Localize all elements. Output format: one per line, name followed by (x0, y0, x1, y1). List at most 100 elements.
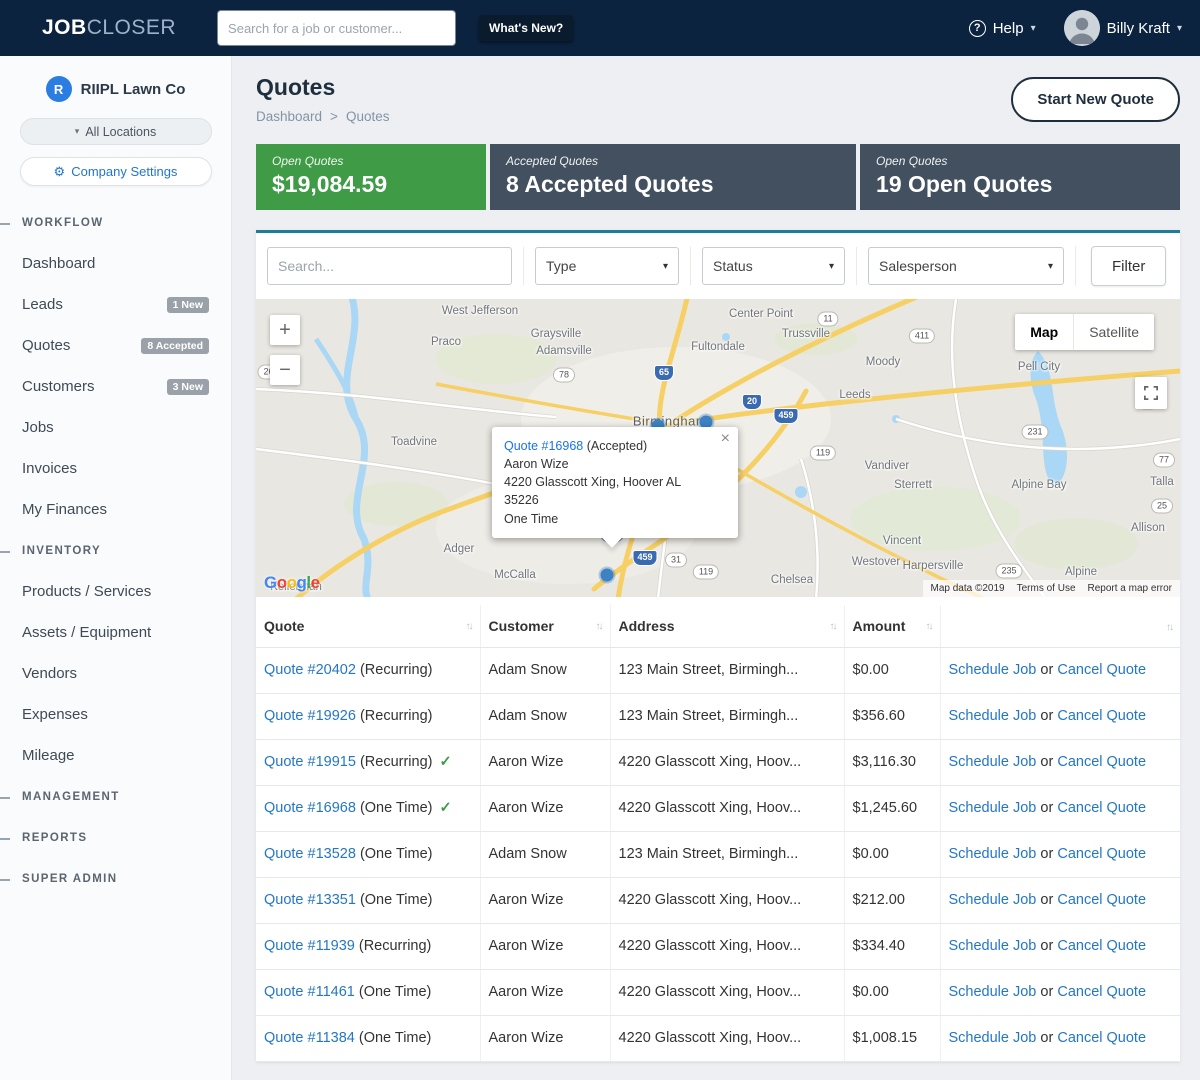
quote-link[interactable]: Quote #20402 (264, 662, 356, 678)
sidebar-item-products-services[interactable]: Products / Services (0, 571, 231, 612)
satellite-view-button[interactable]: Satellite (1073, 314, 1154, 350)
table-row: Quote #11384 (One Time) Aaron Wize 4220 … (256, 1015, 1180, 1061)
cancel-quote-link[interactable]: Cancel Quote (1057, 846, 1146, 862)
cancel-quote-link[interactable]: Cancel Quote (1057, 800, 1146, 816)
quote-link[interactable]: Quote #19915 (264, 754, 356, 770)
fullscreen-button[interactable] (1135, 377, 1167, 409)
sidebar-item-jobs[interactable]: Jobs (0, 407, 231, 448)
sort-icon[interactable]: ↑↓ (1166, 622, 1172, 633)
schedule-job-link[interactable]: Schedule Job (949, 984, 1037, 1000)
quote-link[interactable]: Quote #16968 (264, 800, 356, 816)
status-select[interactable]: Status ▾ (702, 247, 845, 285)
map-data-text: Map data ©2019 (931, 583, 1005, 594)
sidebar-item-expenses[interactable]: Expenses (0, 694, 231, 735)
info-customer: Aaron Wize (504, 455, 716, 473)
cancel-quote-link[interactable]: Cancel Quote (1057, 984, 1146, 1000)
sidebar-item-customers[interactable]: Customers 3 New (0, 366, 231, 407)
sort-icon[interactable]: ↑↓ (830, 621, 836, 632)
global-search-input[interactable] (218, 11, 455, 45)
quote-link[interactable]: Quote #11461 (264, 984, 355, 1000)
sidebar-item-mileage[interactable]: Mileage (0, 735, 231, 776)
whats-new-button[interactable]: What's New? (479, 15, 573, 41)
actions-cell: Schedule Job or Cancel Quote (940, 969, 1180, 1015)
column-header[interactable]: Quote ↑↓ (256, 605, 480, 647)
user-menu[interactable]: Billy Kraft ▾ (1064, 10, 1182, 46)
type-select[interactable]: Type ▾ (535, 247, 679, 285)
user-name: Billy Kraft (1107, 20, 1170, 37)
schedule-job-link[interactable]: Schedule Job (949, 754, 1037, 770)
salesperson-select[interactable]: Salesperson ▾ (868, 247, 1064, 285)
cancel-quote-link[interactable]: Cancel Quote (1057, 1030, 1146, 1046)
start-new-quote-button[interactable]: Start New Quote (1011, 77, 1180, 122)
schedule-job-link[interactable]: Schedule Job (949, 1030, 1037, 1046)
company-avatar: R (46, 76, 72, 102)
breadcrumb-item[interactable]: Dashboard (256, 109, 322, 124)
gear-icon: ⚙ (54, 164, 66, 180)
schedule-job-link[interactable]: Schedule Job (949, 938, 1037, 954)
schedule-job-link[interactable]: Schedule Job (949, 892, 1037, 908)
schedule-job-link[interactable]: Schedule Job (949, 800, 1037, 816)
schedule-job-link[interactable]: Schedule Job (949, 662, 1037, 678)
quote-type: (One Time) (360, 846, 433, 862)
quote-cell: Quote #16968 (One Time) ✓ (256, 785, 480, 831)
table-row: Quote #13351 (One Time) Aaron Wize 4220 … (256, 877, 1180, 923)
all-locations-dropdown[interactable]: ▾ All Locations (20, 118, 212, 145)
filter-button[interactable]: Filter (1091, 246, 1166, 286)
zoom-in-button[interactable]: + (270, 315, 300, 345)
column-header[interactable]: ↑↓ (940, 605, 1180, 647)
quote-link[interactable]: Quote #11939 (264, 938, 355, 954)
sort-icon[interactable]: ↑↓ (926, 621, 932, 632)
quote-cell: Quote #11384 (One Time) (256, 1015, 480, 1061)
sidebar-item-label: Assets / Equipment (22, 624, 209, 641)
quote-link[interactable]: Quote #11384 (264, 1030, 355, 1046)
app-logo[interactable]: JOBCLOSER (42, 16, 176, 40)
map[interactable]: × Quote #16968 (Accepted) Aaron Wize 422… (256, 299, 1180, 597)
quote-link[interactable]: Quote #13351 (264, 892, 356, 908)
cancel-quote-link[interactable]: Cancel Quote (1057, 662, 1146, 678)
actions-cell: Schedule Job or Cancel Quote (940, 739, 1180, 785)
highway-shield: 459 (632, 550, 657, 566)
sidebar-item-invoices[interactable]: Invoices (0, 448, 231, 489)
sidebar-item-quotes[interactable]: Quotes 8 Accepted (0, 325, 231, 366)
cancel-quote-link[interactable]: Cancel Quote (1057, 754, 1146, 770)
chevron-down-icon: ▾ (663, 261, 668, 272)
quote-type: (Recurring) (360, 754, 433, 770)
sidebar-item-dashboard[interactable]: Dashboard (0, 243, 231, 284)
schedule-job-link[interactable]: Schedule Job (949, 846, 1037, 862)
actions-cell: Schedule Job or Cancel Quote (940, 647, 1180, 693)
sidebar-item-label: Products / Services (22, 583, 209, 600)
info-quote-link[interactable]: Quote #16968 (504, 439, 583, 453)
column-header[interactable]: Amount ↑↓ (844, 605, 940, 647)
company-settings-button[interactable]: ⚙ Company Settings (20, 157, 212, 186)
cancel-quote-link[interactable]: Cancel Quote (1057, 892, 1146, 908)
schedule-job-link[interactable]: Schedule Job (949, 708, 1037, 724)
report-map-error-link[interactable]: Report a map error (1088, 583, 1172, 594)
sort-icon[interactable]: ↑↓ (596, 621, 602, 632)
cancel-quote-link[interactable]: Cancel Quote (1057, 708, 1146, 724)
sidebar-item-label: Vendors (22, 665, 209, 682)
close-icon[interactable]: × (721, 431, 730, 447)
highway-shield: 119 (810, 446, 836, 461)
company-switcher[interactable]: R RIIPL Lawn Co (0, 76, 231, 102)
quote-link[interactable]: Quote #13528 (264, 846, 356, 862)
sort-icon[interactable]: ↑↓ (466, 621, 472, 632)
terms-of-use-link[interactable]: Terms of Use (1017, 583, 1076, 594)
actions-cell: Schedule Job or Cancel Quote (940, 785, 1180, 831)
zoom-out-button[interactable]: − (270, 355, 300, 385)
sidebar-item-leads[interactable]: Leads 1 New (0, 284, 231, 325)
cancel-quote-link[interactable]: Cancel Quote (1057, 938, 1146, 954)
address-cell: 123 Main Street, Birmingh... (610, 693, 844, 739)
map-view-button[interactable]: Map (1015, 314, 1073, 350)
help-menu[interactable]: ? Help ▾ (969, 20, 1036, 37)
stat-label: Open Quotes (272, 154, 470, 168)
sidebar-item-assets-equipment[interactable]: Assets / Equipment (0, 612, 231, 653)
column-header[interactable]: Address ↑↓ (610, 605, 844, 647)
amount-cell: $1,245.60 (844, 785, 940, 831)
quotes-search-input[interactable] (267, 247, 512, 285)
column-header[interactable]: Customer ↑↓ (480, 605, 610, 647)
quote-link[interactable]: Quote #19926 (264, 708, 356, 724)
sidebar-item-vendors[interactable]: Vendors (0, 653, 231, 694)
company-name: RIIPL Lawn Co (81, 81, 186, 98)
map-marker[interactable] (601, 569, 614, 582)
sidebar-item-my-finances[interactable]: My Finances (0, 489, 231, 530)
